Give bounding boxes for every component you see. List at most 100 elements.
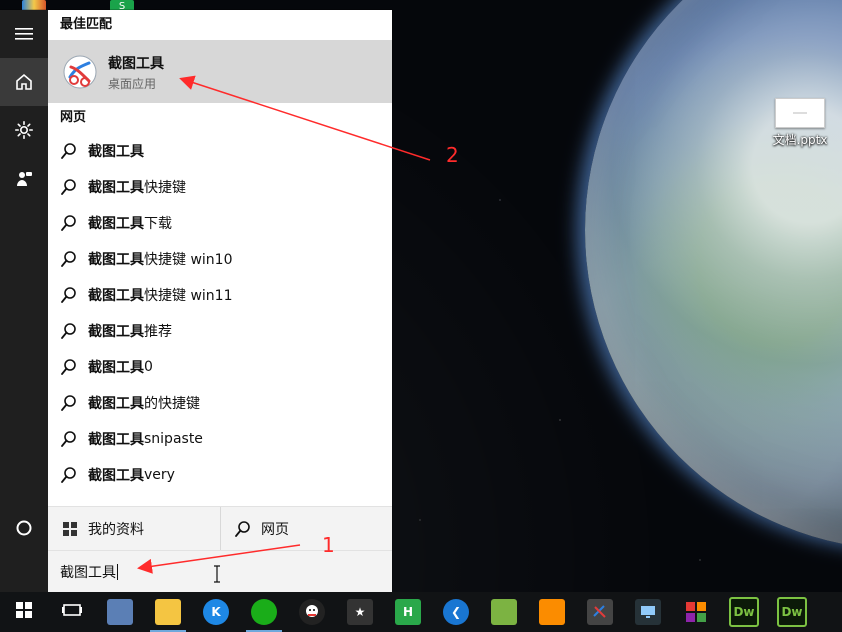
taskbar-start-button[interactable] [0,592,48,632]
web-result-4[interactable]: 截图工具 快捷键 win10 [48,241,392,277]
taskbar-wechat[interactable] [240,592,288,632]
filter-my-stuff-button[interactable]: 我的资料 [48,507,220,551]
taskbar-blue-app[interactable]: ❮ [432,592,480,632]
home-button[interactable] [0,58,48,106]
taskbar-colorful-app[interactable] [672,592,720,632]
task-view-icon [62,601,82,623]
taskbar-orange-app[interactable] [528,592,576,632]
wechat-icon [251,599,277,625]
taskbar-dreamweaver-1[interactable]: Dw [720,592,768,632]
desktop-file-label: 文档.pptx [772,133,828,147]
kugou-icon: K [203,599,229,625]
windows-logo-icon [60,519,80,539]
web-result-8[interactable]: 截图工具 的快捷键 [48,385,392,421]
web-result-9[interactable]: 截图工具 snipaste [48,421,392,457]
orange-app-icon [539,599,565,625]
windows-start-icon [15,601,33,623]
taskbar-computer-app[interactable] [96,592,144,632]
hamburger-menu-icon [15,27,33,41]
search-icon [60,248,82,270]
web-result-rest: 推荐 [144,324,172,340]
dreamweaver-icon: Dw [729,597,759,627]
web-result-bold: 截图工具 [88,432,144,448]
search-icon [60,212,82,234]
home-icon [15,73,33,91]
pptx-thumbnail [775,98,825,128]
search-icon [60,284,82,306]
filter-web-button[interactable]: 网页 [220,507,392,551]
web-result-5[interactable]: 截图工具 快捷键 win11 [48,277,392,313]
feedback-button[interactable] [0,154,48,202]
web-result-6[interactable]: 截图工具 推荐 [48,313,392,349]
web-result-1[interactable]: 截图工具 [48,133,392,169]
search-icon [233,519,253,539]
taskbar-kugou[interactable]: K [192,592,240,632]
web-result-bold: 截图工具 [88,216,144,232]
taskbar-task-view[interactable] [48,592,96,632]
taskbar-hbuilder[interactable]: H [384,592,432,632]
web-result-bold: 截图工具 [88,144,144,160]
web-results-list: 截图工具 截图工具 快捷键 截图工具 下载 截图工具 快捷键 win10 截图工… [48,133,392,493]
text-caret [117,563,118,580]
cortana-circle-icon [15,519,33,537]
taskbar-dreamweaver-2[interactable]: Dw [768,592,816,632]
hamburger-button[interactable] [0,10,48,58]
web-result-rest: very [144,467,175,483]
kugou-letter: K [211,605,221,619]
feedback-person-icon [14,168,34,188]
hbuilder-letter: H [402,605,414,619]
web-result-2[interactable]: 截图工具 快捷键 [48,169,392,205]
web-result-bold: 截图工具 [88,324,144,340]
web-section-title: 网页 [60,110,87,125]
taskbar-green-app[interactable] [480,592,528,632]
web-result-bold: 截图工具 [88,396,144,412]
search-icon [60,428,82,450]
best-match-app-type: 桌面应用 [108,77,157,91]
text-cursor-ibeam [214,565,220,583]
qq-penguin-icon [299,599,325,625]
search-icon [60,140,82,162]
taskbar: K ★ H ❮ Dw Dw [0,592,842,632]
blue-circle-icon: ❮ [443,599,469,625]
dreamweaver-label: Dw [733,605,755,619]
taskbar-remote-desktop[interactable] [624,592,672,632]
computer-icon [107,599,133,625]
annotation-1: 1 [322,533,335,557]
hbuilder-icon: H [395,599,421,625]
green-app-icon [491,599,517,625]
web-result-bold: 截图工具 [88,252,144,268]
settings-gear-icon [14,120,34,140]
search-input-value: 截图工具 [60,564,116,581]
dreamweaver-icon: Dw [777,597,807,627]
web-result-bold: 截图工具 [88,288,144,304]
web-result-rest: 快捷键 win10 [144,252,233,268]
taskbar-screenshot-tool[interactable] [576,592,624,632]
start-left-rail [0,10,48,592]
settings-button[interactable] [0,106,48,154]
desktop-file-pptx[interactable]: 文档.pptx [770,98,830,148]
colorful-grid-icon [683,599,709,625]
media-star-icon: ★ [347,599,373,625]
taskbar-media-app[interactable]: ★ [336,592,384,632]
best-match-app-snipping-tool[interactable]: 截图工具 桌面应用 [48,40,392,103]
web-result-7[interactable]: 截图工具 0 [48,349,392,385]
best-match-title: 最佳匹配 [60,17,113,32]
search-icon [60,320,82,342]
web-result-rest: 的快捷键 [144,396,200,412]
folder-icon [155,599,181,625]
taskbar-qq[interactable] [288,592,336,632]
web-result-rest: 下载 [144,216,172,232]
web-result-10[interactable]: 截图工具 very [48,457,392,493]
cortana-button[interactable] [0,504,48,552]
taskbar-file-explorer[interactable] [144,592,192,632]
web-result-rest: 快捷键 win11 [144,288,233,304]
scissors-snipping-icon [58,50,102,94]
screenshot-tool-icon [587,599,613,625]
web-result-3[interactable]: 截图工具 下载 [48,205,392,241]
best-match-app-name: 截图工具 [108,56,164,72]
filter-web-label: 网页 [261,522,289,538]
web-result-rest: 0 [144,359,153,375]
web-result-bold: 截图工具 [88,468,144,484]
search-icon [60,464,82,486]
web-result-bold: 截图工具 [88,180,144,196]
